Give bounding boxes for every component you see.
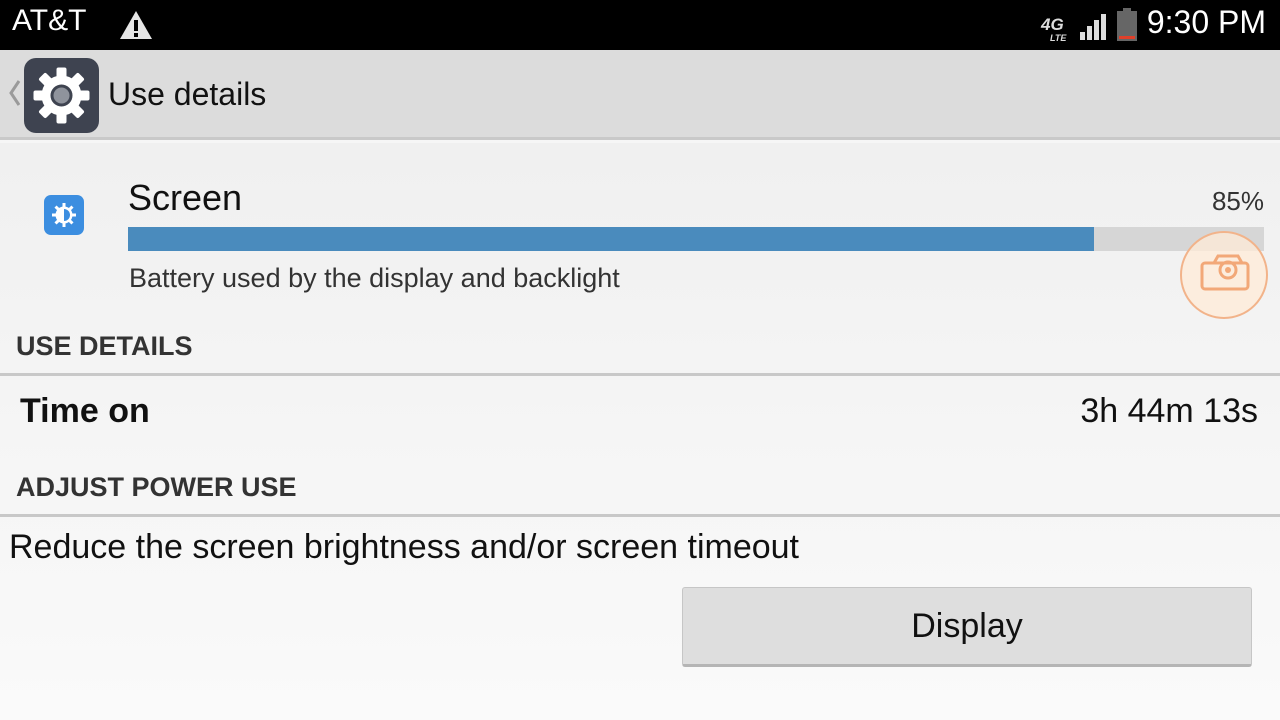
status-clock: 9:30 PM xyxy=(1146,4,1266,40)
carrier-name: AT&T xyxy=(12,4,87,37)
time-on-value: 3h 44m 13s xyxy=(1080,392,1258,430)
item-name: Screen xyxy=(128,177,243,218)
page-title: Use details xyxy=(108,76,267,112)
action-bar: Use details xyxy=(0,50,1280,140)
section-divider xyxy=(0,373,1280,376)
settings-gear-icon[interactable] xyxy=(24,58,99,133)
use-details-content: Screen 85% Battery used by the display a… xyxy=(0,143,1280,720)
power-advice-text: Reduce the screen brightness and/or scre… xyxy=(9,528,800,566)
item-description: Battery used by the display and backligh… xyxy=(129,263,620,293)
screenshot-camera-icon xyxy=(1200,254,1250,291)
use-details-header: USE DETAILS xyxy=(16,331,193,361)
time-on-label: Time on xyxy=(20,392,150,430)
usage-bar-fill xyxy=(128,227,1094,251)
section-divider xyxy=(0,514,1280,517)
svg-text:4G: 4G xyxy=(1040,15,1064,34)
adjust-power-header: ADJUST POWER USE xyxy=(16,472,297,502)
brightness-icon xyxy=(44,195,84,235)
svg-text:LTE: LTE xyxy=(1050,33,1067,42)
usage-percent: 85% xyxy=(1211,186,1264,216)
status-bar: AT&T 4G LTE 9:30 PM xyxy=(0,0,1280,50)
usage-bar xyxy=(128,227,1264,251)
screenshot-button[interactable] xyxy=(1180,231,1268,319)
display-settings-button[interactable]: Display xyxy=(682,587,1252,667)
